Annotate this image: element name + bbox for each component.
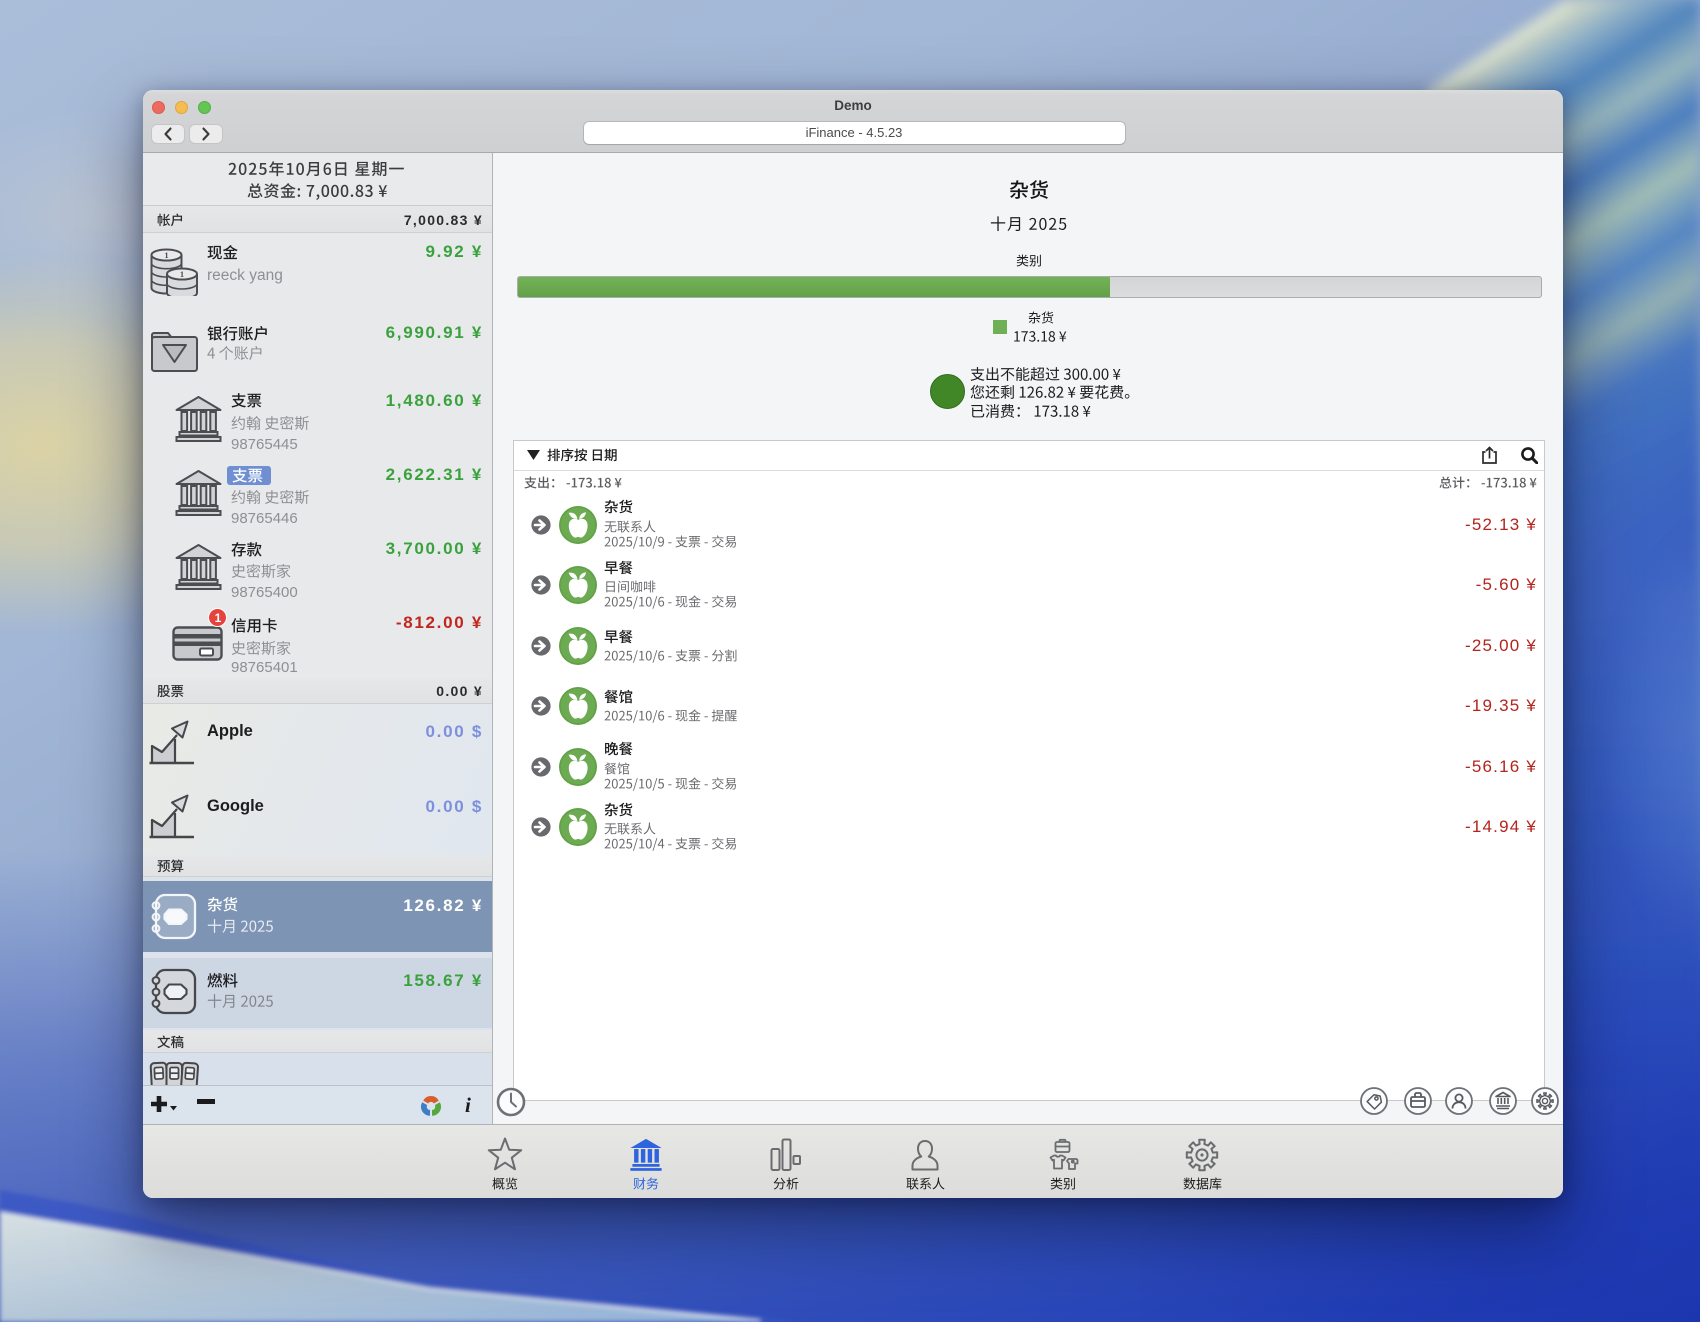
- svg-text:1: 1: [164, 250, 168, 260]
- svg-text:1: 1: [180, 269, 184, 279]
